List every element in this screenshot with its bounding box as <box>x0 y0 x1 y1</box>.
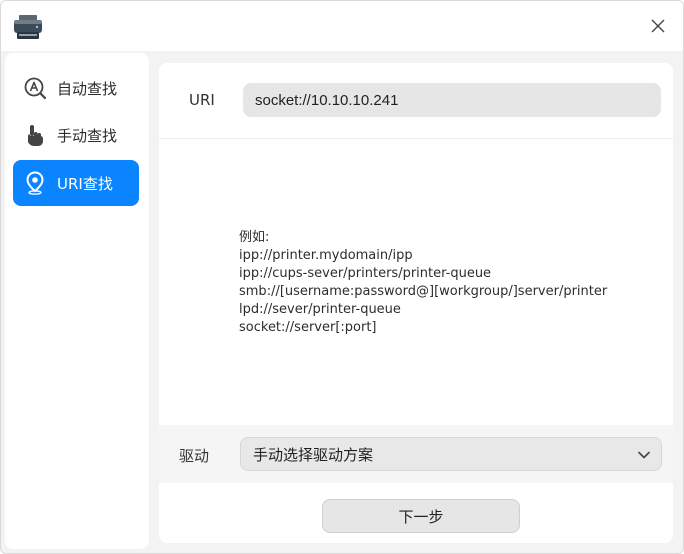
driver-label: 驱动 <box>179 447 210 465</box>
driver-row: 驱动 手动选择驱动方案 <box>159 425 673 483</box>
example-line: ipp://cups-sever/printers/printer-queue <box>239 266 492 281</box>
uri-input[interactable] <box>243 83 661 117</box>
driver-select-value: 手动选择驱动方案 <box>253 445 374 464</box>
sidebar-item-auto-search[interactable]: 自动查找 <box>13 65 139 111</box>
title-bar <box>1 1 683 51</box>
example-line: ipp://printer.mydomain/ipp <box>239 248 413 263</box>
driver-select[interactable]: 手动选择驱动方案 <box>240 437 662 471</box>
close-button[interactable] <box>645 13 671 39</box>
sidebar: 自动查找 手动查找 URI查找 <box>5 53 149 549</box>
hand-pointer-icon <box>23 123 47 147</box>
chevron-down-icon <box>637 447 651 466</box>
location-pin-icon <box>23 171 47 195</box>
sidebar-item-label: URI查找 <box>57 174 113 193</box>
examples-heading: 例如: <box>239 230 270 245</box>
sidebar-item-manual-search[interactable]: 手动查找 <box>13 112 139 158</box>
example-line: smb://[username:password@][workgroup/]se… <box>239 284 608 299</box>
uri-examples: 例如: ipp://printer.mydomain/ipp ipp://cup… <box>239 229 607 337</box>
sidebar-item-label: 手动查找 <box>57 126 118 145</box>
auto-search-icon <box>23 76 47 100</box>
add-printer-window: 自动查找 手动查找 URI查找 URI socket://10.10.10.24… <box>0 0 684 554</box>
uri-panel: URI 例如: ipp://printer.mydomain/ipp ipp:/… <box>159 63 673 543</box>
divider <box>159 138 673 139</box>
example-line: socket://server[:port] <box>239 320 377 335</box>
example-line: lpd://sever/printer-queue <box>239 302 401 317</box>
printer-icon <box>13 14 43 40</box>
sidebar-item-uri-search[interactable]: URI查找 <box>13 160 139 206</box>
close-icon <box>651 19 665 33</box>
sidebar-item-label: 自动查找 <box>57 79 118 98</box>
next-button[interactable]: 下一步 <box>322 499 520 533</box>
uri-label: URI <box>189 91 215 109</box>
